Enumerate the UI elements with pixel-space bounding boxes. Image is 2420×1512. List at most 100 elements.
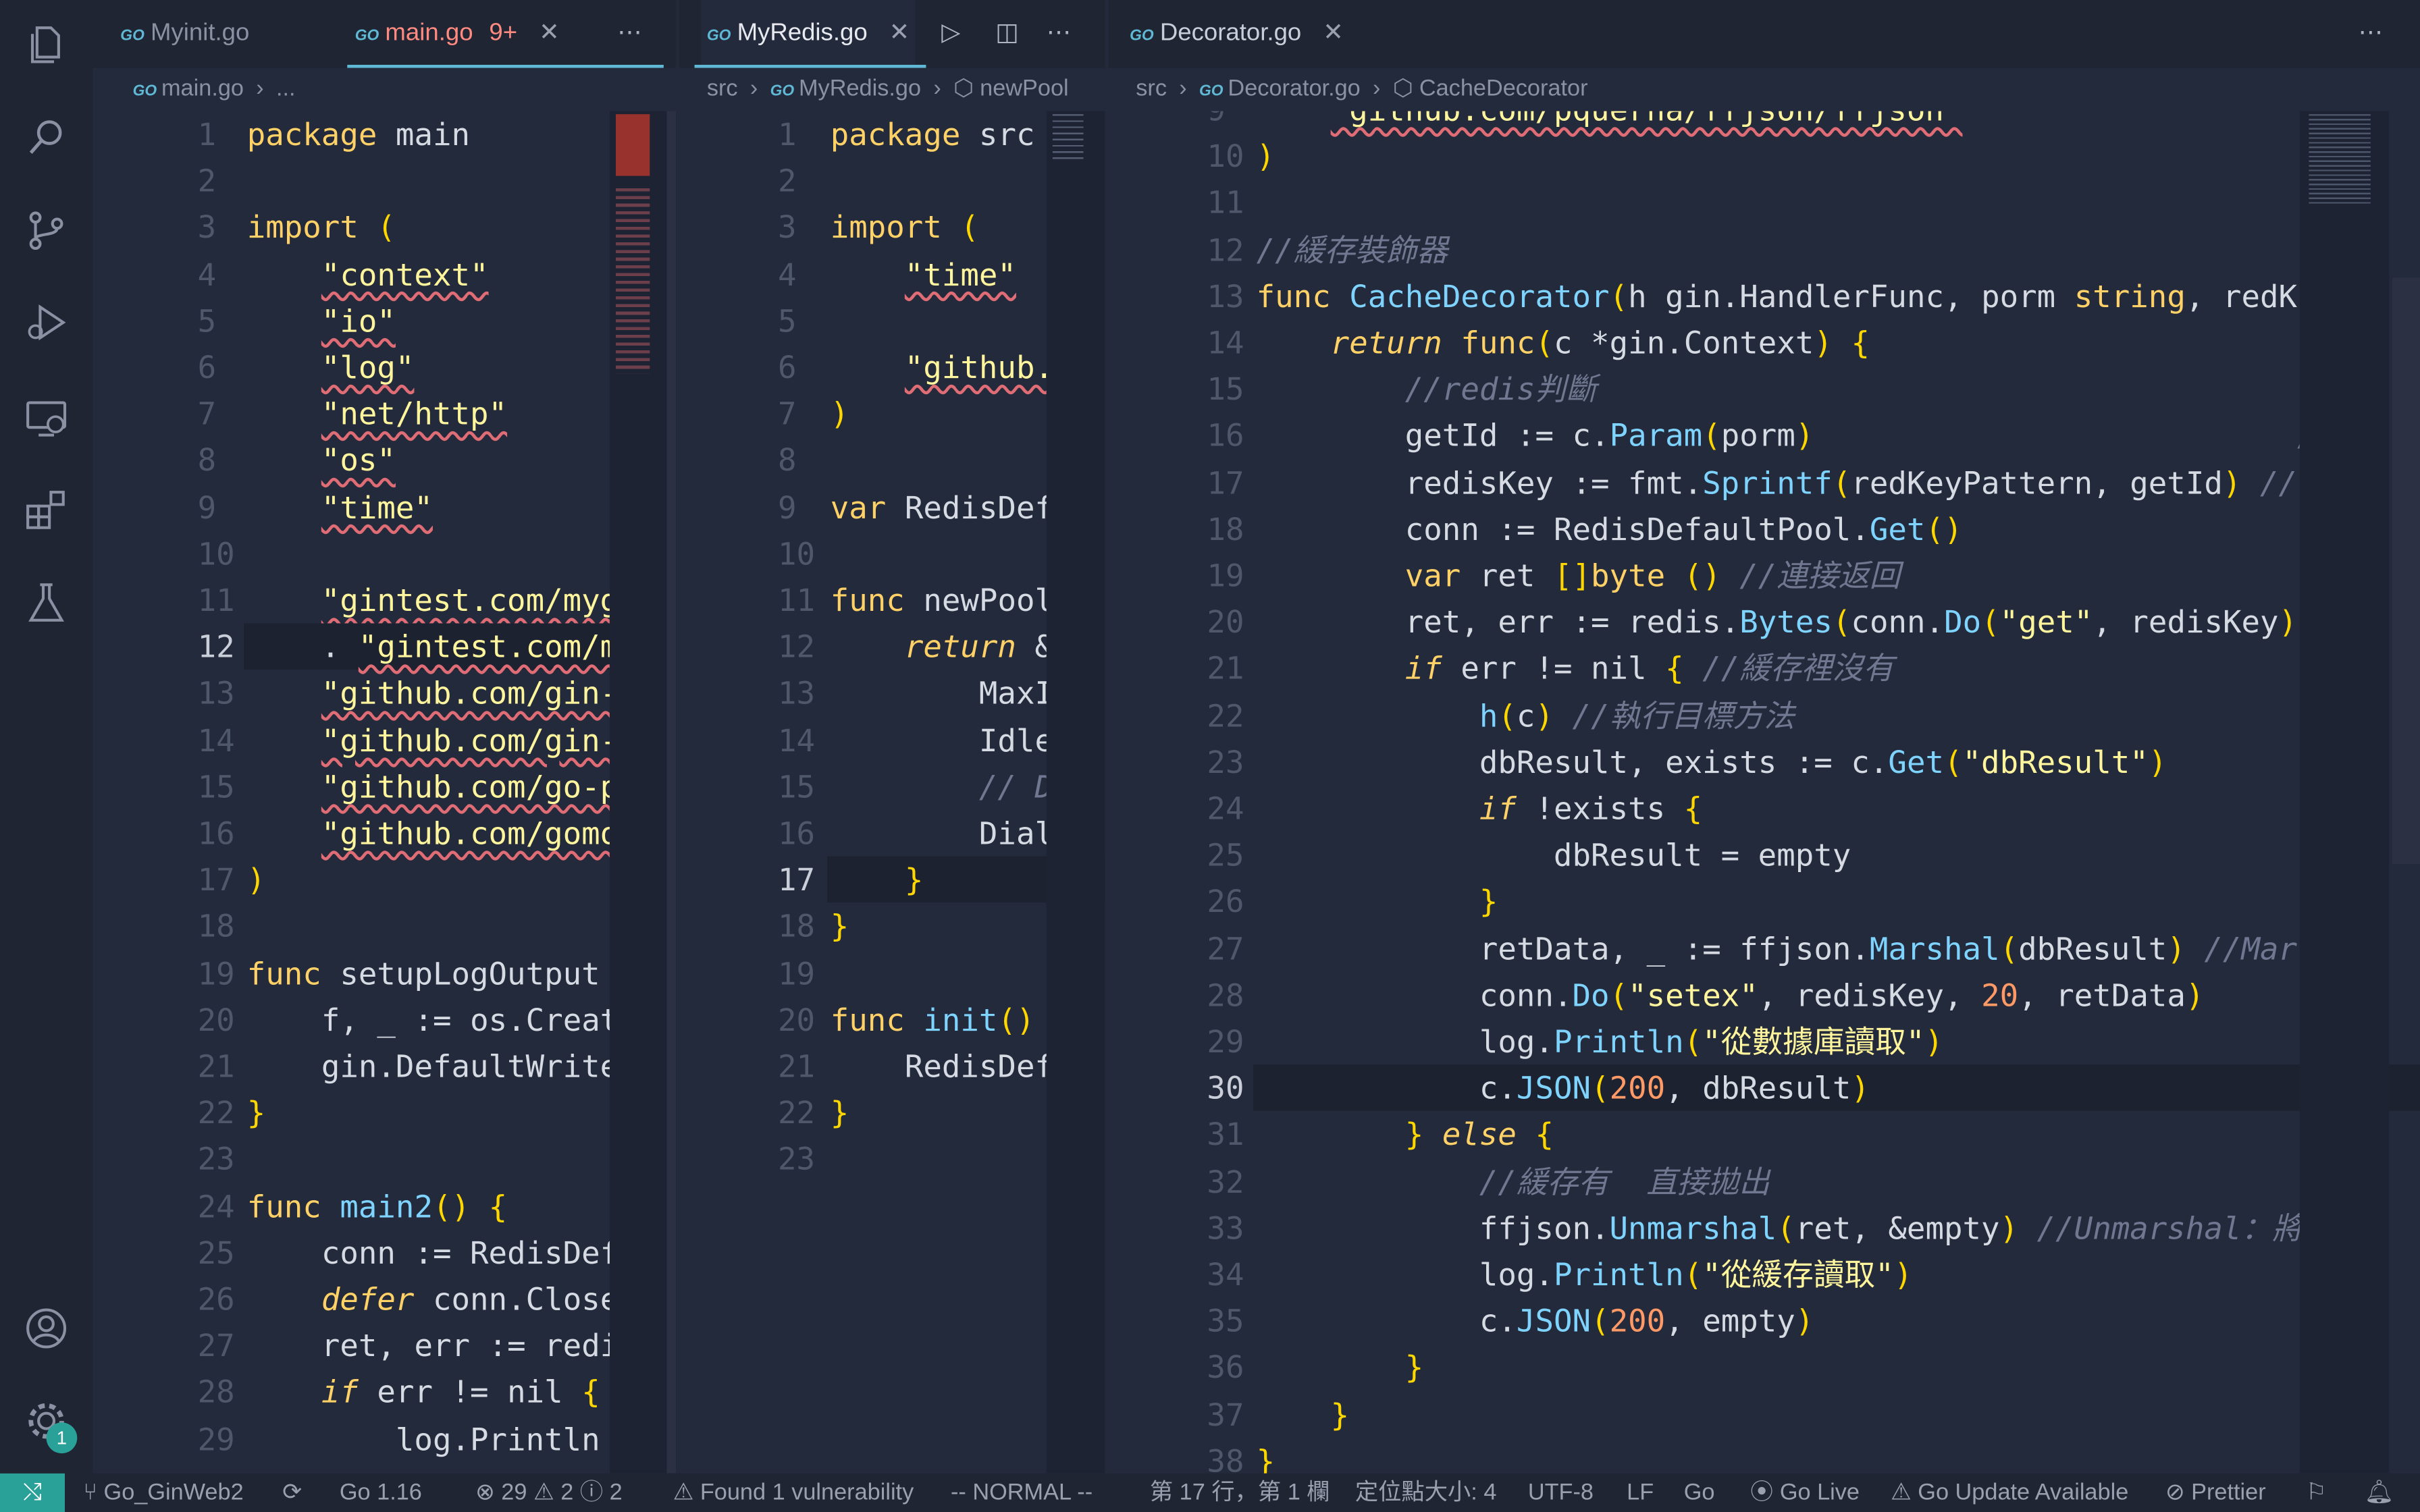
code-line[interactable]: 22 h(c) //執行目標方法 (1108, 692, 2420, 738)
code-line[interactable]: 20 f, _ := os.Creat (93, 996, 676, 1043)
code-line[interactable]: 33 ffjson.Unmarshal(ret, &empty) //Unmar… (1108, 1205, 2420, 1251)
end-of-line[interactable]: LF (1627, 1474, 1654, 1512)
code-line[interactable]: 9 "github.com/pquerna/ffjson/ffjson" (1108, 111, 2420, 133)
breadcrumb-symbol[interactable]: newPool (980, 76, 1069, 102)
code-line[interactable]: 11 "gintest.com/myg (93, 577, 676, 624)
code-line[interactable]: 8 "os" (93, 437, 676, 484)
extensions-icon[interactable] (23, 487, 70, 534)
vulnerability-item[interactable]: ⚠ Found 1 vulnerability (673, 1474, 914, 1512)
code-line[interactable]: 13 "github.com/gin- (93, 670, 676, 717)
feedback-icon[interactable]: ⚐ (2306, 1474, 2327, 1512)
code-line[interactable]: 17) (93, 857, 676, 903)
testing-icon[interactable] (23, 580, 70, 626)
search-icon[interactable] (23, 114, 70, 161)
indent-size[interactable]: 定位點大小: 4 (1355, 1474, 1497, 1512)
code-line[interactable]: 26 } (1108, 878, 2420, 925)
go-update-item[interactable]: ⚠ Go Update Available (1891, 1474, 2128, 1512)
code-line[interactable]: 15 "github.com/go-p (93, 763, 676, 810)
code-line[interactable]: 30 c.JSON(200, dbResult) (1207, 1064, 2420, 1112)
encoding[interactable]: UTF-8 (1528, 1474, 1594, 1512)
code-line[interactable]: 3 import ( (93, 205, 676, 251)
code-line[interactable]: 24 func main2() { (93, 1183, 676, 1229)
code-line[interactable]: 38} (1108, 1438, 2420, 1474)
code-line[interactable]: 19 (679, 950, 1105, 996)
code-line[interactable]: 13 MaxI (679, 670, 1105, 717)
code-line[interactable]: 1 package src (679, 111, 1105, 158)
code-line[interactable]: 1 package main (93, 111, 676, 158)
source-control-icon[interactable] (23, 207, 70, 253)
tab-myinit[interactable]: GO Myinit.go (120, 0, 249, 68)
code-line[interactable]: 22} (93, 1089, 676, 1136)
close-icon[interactable]: ✕ (889, 20, 910, 47)
code-line[interactable]: 12//緩存裝飾器 (1108, 226, 2420, 273)
code-line[interactable]: 11 (1108, 180, 2420, 226)
close-icon[interactable]: ✕ (1323, 20, 1344, 47)
code-line[interactable]: 18} (679, 903, 1105, 950)
code-line[interactable]: 10) (1108, 133, 2420, 180)
breadcrumb-folder[interactable]: src (707, 76, 738, 102)
code-line[interactable]: 22} (679, 1089, 1105, 1136)
code-line[interactable]: 25 conn := RedisDef (93, 1229, 676, 1276)
code-line[interactable]: 18 (93, 903, 676, 950)
tab-decorator-go[interactable]: GO Decorator.go ✕ (1130, 0, 1344, 68)
code-line[interactable]: 36 } (1108, 1345, 2420, 1391)
go-live-item[interactable]: ⦿ Go Live (1750, 1474, 1860, 1512)
code-line[interactable]: 28 conn.Do("setex", redisKey, 20, retDat… (1108, 972, 2420, 1019)
language-mode[interactable]: Go (1684, 1474, 1715, 1512)
code-line[interactable]: 15 //redis判斷 (1108, 366, 2420, 412)
code-line[interactable]: 23 (679, 1136, 1105, 1183)
code-line[interactable]: 34 log.Println("從緩存讀取") (1108, 1251, 2420, 1298)
code-line[interactable]: 11 func newPool (679, 577, 1105, 624)
cursor-position[interactable]: 第 17 行，第 1 欄 (1150, 1474, 1330, 1512)
code-line[interactable]: 28 if err != nil { (93, 1369, 676, 1415)
problems-item[interactable]: ⊗ 29 ⚠ 2 ⓘ 2 (475, 1474, 623, 1512)
code-line[interactable]: 13 func CacheDecorator(h gin.HandlerFunc,… (1108, 273, 2420, 319)
code-line[interactable]: 18 conn := RedisDefaultPool.Get() (1108, 506, 2420, 552)
code-line[interactable]: 14 Idle (679, 717, 1105, 763)
breadcrumb-file[interactable]: MyRedis.go (799, 76, 921, 102)
code-line[interactable]: 20 ret, err := redis.Bytes(conn.Do("get"… (1108, 599, 2420, 645)
code-line[interactable]: 10 (93, 531, 676, 577)
code-line[interactable]: 8 (679, 437, 1105, 484)
code-line[interactable]: 21 RedisDef (679, 1043, 1105, 1089)
remote-indicator-icon[interactable]: ⤭ (0, 1473, 65, 1512)
code-line[interactable]: 24 if !exists { (1108, 785, 2420, 832)
code-line[interactable]: 3 import ( (679, 205, 1105, 251)
code-line[interactable]: 23 dbResult, exists := c.Get("dbResult") (1108, 738, 2420, 785)
code-line[interactable]: 19 var ret []byte () //連接返回 (1108, 552, 2420, 599)
code-line[interactable]: 31 } else { (1108, 1112, 2420, 1158)
code-line[interactable]: 16 getId := c.Param(porm) // (1108, 412, 2420, 459)
code-line[interactable]: 25 dbResult = empty (1108, 832, 2420, 878)
more-actions-icon[interactable]: ⋯ (2359, 0, 2384, 68)
remote-explorer-icon[interactable] (23, 395, 70, 441)
code-line[interactable]: 2 (93, 158, 676, 205)
minimap[interactable] (2299, 111, 2390, 1474)
code-line[interactable]: 12 return & (679, 624, 1105, 670)
code-line[interactable]: 7 "net/http" (93, 391, 676, 437)
minimap[interactable] (609, 111, 677, 1474)
run-file-icon[interactable]: ▷ (941, 0, 960, 68)
sync-icon[interactable]: ⟳ (282, 1474, 302, 1512)
code-line[interactable]: 4 "time" (679, 251, 1105, 298)
tab-main-go[interactable]: GO main.go 9+ ✕ (355, 0, 560, 68)
code-line[interactable]: 9 "time" (93, 484, 676, 531)
code-editor-3[interactable]: 9 "github.com/pquerna/ffjson/ffjson"10)1… (1108, 111, 2420, 1474)
code-line[interactable]: 27 retData, _ := ffjson.Marshal(dbResult… (1108, 925, 2420, 972)
scrollbar[interactable] (666, 111, 677, 1474)
scrollbar-thumb[interactable] (2392, 277, 2420, 864)
prettier-item[interactable]: ⊘ Prettier (2165, 1474, 2266, 1512)
code-line[interactable]: 16 Dial (679, 810, 1105, 857)
code-editor-2[interactable]: 1 package src 2 3 import (4 "time" 5 6 "github… (679, 111, 1105, 1474)
breadcrumb-file[interactable]: main.go (161, 76, 244, 102)
code-line[interactable]: 29 log.Println("從數據庫讀取") (1108, 1019, 2420, 1065)
code-line[interactable]: 19 func setupLogOutput (93, 950, 676, 996)
explorer-icon[interactable] (23, 22, 70, 68)
account-icon[interactable] (23, 1305, 70, 1352)
code-line[interactable]: 6 "log" (93, 344, 676, 391)
minimap[interactable] (1046, 111, 1105, 1474)
code-line[interactable]: 37 } (1108, 1391, 2420, 1438)
code-line[interactable]: 32 //緩存有 直接拋出 (1108, 1158, 2420, 1205)
code-line[interactable]: 15 // D (679, 763, 1105, 810)
code-line[interactable]: 5 "io" (93, 298, 676, 344)
code-line[interactable]: 23 (93, 1136, 676, 1183)
